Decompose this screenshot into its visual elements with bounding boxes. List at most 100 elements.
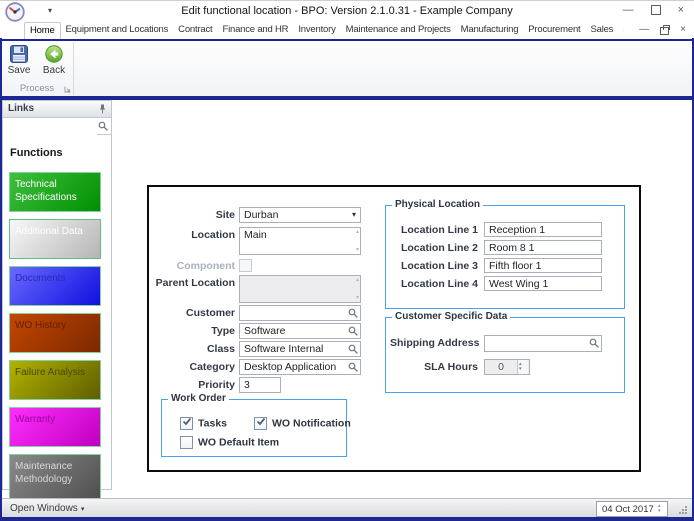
dialog-launcher-icon[interactable]	[64, 86, 71, 93]
customer-lookup-field[interactable]	[239, 305, 361, 321]
physical-location-group: Physical Location Location Line 1 Locati…	[385, 199, 625, 309]
priority-label: Priority	[198, 379, 235, 391]
tasks-checkbox-label: Tasks	[198, 417, 227, 430]
sidebar-item-technical-specifications[interactable]: Technical Specifications	[9, 172, 101, 212]
check-icon	[256, 417, 266, 426]
tab-inventory[interactable]: Inventory	[293, 22, 340, 39]
sidebar-item-warranty[interactable]: Warranty	[9, 407, 101, 447]
sidebar-item-documents[interactable]: Documents	[9, 266, 101, 306]
wo-notification-checkbox[interactable]	[254, 417, 267, 430]
tab-service[interactable]: Service	[618, 22, 624, 39]
scroll-up-icon: ▴	[355, 229, 359, 235]
search-icon[interactable]	[348, 362, 358, 372]
tab-home[interactable]: Home	[24, 22, 61, 39]
back-button[interactable]: Back	[37, 44, 71, 76]
location-line-2-input[interactable]	[484, 240, 602, 255]
scroll-down-icon: ▾	[355, 295, 359, 301]
type-lookup-field[interactable]	[239, 323, 361, 339]
shipping-address-lookup-field[interactable]	[484, 335, 602, 352]
location-line-2-label: Location Line 2	[400, 242, 478, 254]
window-border-bottom	[0, 517, 694, 521]
site-label: Site	[215, 209, 235, 221]
links-search-input[interactable]	[3, 120, 97, 137]
tab-procurement[interactable]: Procurement	[523, 22, 585, 39]
mdi-restore-button[interactable]	[660, 24, 671, 35]
sidebar-item-failure-analysis[interactable]: Failure Analysis	[9, 360, 101, 400]
location-label: Location	[191, 229, 235, 241]
component-label: Component	[176, 260, 235, 272]
sidebar-item-maintenance-methodology[interactable]: Maintenance Methodology	[9, 454, 101, 500]
tab-finance-and-hr[interactable]: Finance and HR	[217, 22, 293, 39]
chevron-down-icon: ▾	[80, 506, 85, 513]
location-line-3-input[interactable]	[484, 258, 602, 273]
wo-default-item-checkbox-row[interactable]: WO Default Item	[180, 436, 279, 449]
search-icon[interactable]	[348, 326, 358, 336]
links-panel: Links Functions Technical Specifications…	[2, 100, 112, 500]
save-button[interactable]: Save	[2, 44, 36, 76]
ribbon-body: Save Back Process	[0, 41, 694, 96]
mdi-close-button[interactable]: ×	[680, 24, 686, 35]
class-lookup-field[interactable]	[239, 341, 361, 357]
location-textarea[interactable]: Main	[239, 227, 361, 255]
tab-contract[interactable]: Contract	[173, 22, 217, 39]
status-bar: Open Windows ▾ 04 Oct 2017 ▴ ▾	[2, 498, 692, 518]
search-icon[interactable]	[98, 121, 108, 131]
location-line-3-label: Location Line 3	[400, 260, 478, 272]
search-icon[interactable]	[348, 344, 358, 354]
maximize-button[interactable]	[650, 5, 661, 15]
search-icon[interactable]	[589, 338, 599, 348]
resize-grip[interactable]	[678, 505, 688, 515]
sidebar-item-label: WO History	[15, 320, 67, 331]
sidebar-item-label: Documents	[15, 273, 66, 284]
sidebar-item-label: Technical Specifications	[15, 179, 77, 203]
physical-location-group-title: Physical Location	[392, 199, 484, 210]
scroll-up-icon: ▴	[355, 277, 359, 283]
priority-input[interactable]	[239, 377, 281, 393]
tab-maintenance-and-projects[interactable]: Maintenance and Projects	[341, 22, 456, 39]
sla-hours-value: 0	[498, 361, 504, 373]
site-dropdown[interactable]: Durban ▾	[239, 207, 361, 223]
location-line-1-label: Location Line 1	[400, 224, 478, 236]
location-line-1-input[interactable]	[484, 222, 602, 237]
search-icon[interactable]	[348, 308, 358, 318]
date-value: 04 Oct 2017	[602, 504, 654, 515]
sidebar-item-wo-history[interactable]: WO History	[9, 313, 101, 353]
shipping-address-label: Shipping Address	[390, 337, 480, 349]
parent-location-label: Parent Location	[155, 277, 235, 289]
customer-label: Customer	[185, 307, 235, 319]
minimize-button[interactable]: —	[623, 4, 634, 16]
category-label: Category	[189, 361, 235, 373]
app-logo-icon	[5, 2, 25, 22]
wo-notification-checkbox-row[interactable]: WO Notification	[254, 417, 351, 430]
category-lookup-field[interactable]	[239, 359, 361, 375]
location-line-4-input[interactable]	[484, 276, 602, 291]
tab-sales[interactable]: Sales	[585, 22, 618, 39]
tab-manufacturing[interactable]: Manufacturing	[456, 22, 524, 39]
process-group: Save Back Process	[2, 42, 74, 95]
scroll-down-icon: ▾	[355, 247, 359, 253]
check-icon	[182, 417, 192, 426]
tab-equipment-and-locations[interactable]: Equipment and Locations	[61, 22, 174, 39]
close-button[interactable]: ×	[678, 4, 684, 16]
work-order-group-title: Work Order	[168, 393, 229, 404]
sidebar-item-additional-data[interactable]: Additional Data	[9, 219, 101, 259]
back-button-label: Back	[42, 65, 66, 76]
sidebar-item-label: Additional Data	[15, 226, 83, 237]
open-windows-button[interactable]: Open Windows ▾	[10, 503, 84, 514]
spinner-down-icon[interactable]: ▾	[658, 509, 661, 514]
quick-access-dropdown-icon[interactable]: ▾	[48, 6, 52, 15]
wo-default-item-checkbox[interactable]	[180, 436, 193, 449]
date-editor[interactable]: 04 Oct 2017 ▴ ▾	[596, 501, 668, 517]
window-border-left	[0, 38, 2, 521]
title-bar: ▾ Edit functional location - BPO: Versio…	[0, 0, 694, 23]
frame-accent-line-top	[0, 39, 694, 41]
sidebar-item-label: Warranty	[15, 414, 56, 425]
sidebar-item-label: Failure Analysis	[15, 367, 86, 378]
ribbon-tabs: Home Equipment and Locations Contract Fi…	[24, 22, 624, 39]
chevron-down-icon[interactable]: ▾	[352, 210, 356, 219]
mdi-minimize-button[interactable]: —	[639, 24, 649, 35]
tasks-checkbox[interactable]	[180, 417, 193, 430]
pin-icon[interactable]	[98, 104, 107, 114]
tasks-checkbox-row[interactable]: Tasks	[180, 417, 227, 430]
edit-form-panel: Site Durban ▾ Location Main ▴ ▾ Componen…	[147, 185, 641, 472]
